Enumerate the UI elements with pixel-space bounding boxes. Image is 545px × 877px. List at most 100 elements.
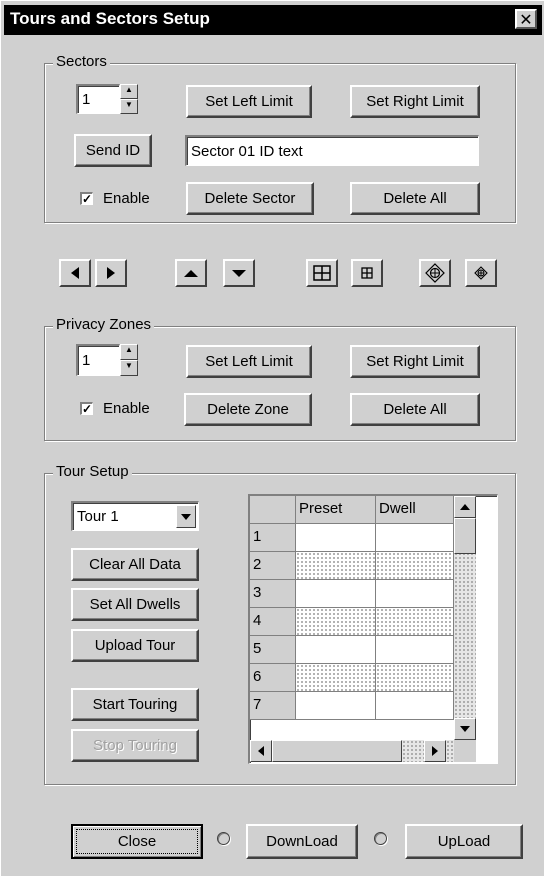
grid-cell-dwell[interactable] bbox=[376, 580, 454, 608]
scrollbar-corner bbox=[454, 740, 476, 762]
tour-preset-grid[interactable]: Preset Dwell 1 2 3 4 5 6 7 bbox=[248, 494, 498, 764]
zoom-tele-icon bbox=[361, 267, 373, 279]
clear-all-data-button[interactable]: Clear All Data bbox=[71, 548, 199, 581]
sector-number-value: 1 bbox=[82, 91, 91, 108]
grid-cell-preset[interactable] bbox=[296, 664, 376, 692]
checkbox-checked-icon: ✓ bbox=[80, 192, 93, 206]
sector-delete-all-button[interactable]: Delete All bbox=[350, 182, 480, 215]
upload-tour-button[interactable]: Upload Tour bbox=[71, 629, 199, 662]
grid-row-header: 2 bbox=[250, 552, 296, 580]
stop-touring-button[interactable]: Stop Touring bbox=[71, 729, 199, 762]
sectors-group: Sectors 1 ▲ ▼ Set Left Limit Set Right L… bbox=[44, 53, 516, 223]
delete-sector-button[interactable]: Delete Sector bbox=[186, 182, 314, 215]
sector-id-text-value: Sector 01 ID text bbox=[191, 142, 303, 160]
grid-row-header: 3 bbox=[250, 580, 296, 608]
scroll-left-button[interactable] bbox=[250, 740, 272, 762]
tour-setup-legend: Tour Setup bbox=[53, 463, 132, 480]
zone-number-spinner[interactable]: ▲ ▼ bbox=[120, 344, 138, 376]
grid-cell-preset[interactable] bbox=[296, 552, 376, 580]
horizontal-scroll-thumb[interactable] bbox=[272, 740, 402, 762]
focus-far-button[interactable] bbox=[465, 259, 497, 287]
focus-near-button[interactable] bbox=[419, 259, 451, 287]
grid-cell-dwell[interactable] bbox=[376, 524, 454, 552]
grid-cell-preset[interactable] bbox=[296, 636, 376, 664]
window-title: Tours and Sectors Setup bbox=[10, 9, 210, 28]
privacy-zones-group: Privacy Zones 1 ▲ ▼ Set Left Limit Set R… bbox=[44, 316, 516, 441]
spin-down-icon[interactable]: ▼ bbox=[120, 99, 138, 114]
grid-row-header: 5 bbox=[250, 636, 296, 664]
upload-status-indicator bbox=[374, 832, 387, 845]
delete-zone-button[interactable]: Delete Zone bbox=[184, 393, 312, 426]
sector-number-spinner[interactable]: ▲ ▼ bbox=[120, 84, 138, 114]
grid-row-header: 7 bbox=[250, 692, 296, 720]
close-window-button[interactable]: ✕ bbox=[515, 9, 537, 29]
zone-number-input[interactable]: 1 bbox=[76, 344, 120, 376]
spin-down-icon[interactable]: ▼ bbox=[120, 360, 138, 376]
spin-up-icon[interactable]: ▲ bbox=[120, 84, 138, 99]
tilt-down-icon bbox=[232, 269, 246, 277]
download-button[interactable]: DownLoad bbox=[246, 824, 358, 859]
tour-select-dropdown[interactable]: Tour 1 bbox=[71, 501, 199, 531]
scroll-right-button[interactable] bbox=[424, 740, 446, 762]
zoom-in-button[interactable] bbox=[306, 259, 338, 287]
zoom-wide-icon bbox=[313, 265, 331, 281]
zone-set-right-limit-button[interactable]: Set Right Limit bbox=[350, 345, 480, 378]
chevron-down-icon[interactable] bbox=[176, 505, 196, 528]
sector-set-left-limit-button[interactable]: Set Left Limit bbox=[186, 85, 312, 118]
zone-set-left-limit-button[interactable]: Set Left Limit bbox=[186, 345, 312, 378]
grid-cell-preset[interactable] bbox=[296, 608, 376, 636]
zoom-out-button[interactable] bbox=[351, 259, 383, 287]
grid-cell-preset[interactable] bbox=[296, 580, 376, 608]
tour-select-value: Tour 1 bbox=[77, 508, 119, 525]
tilt-down-button[interactable] bbox=[223, 259, 255, 287]
download-status-indicator bbox=[217, 832, 230, 845]
scroll-down-icon bbox=[460, 726, 470, 732]
start-touring-button[interactable]: Start Touring bbox=[71, 688, 199, 721]
grid-cell-dwell[interactable] bbox=[376, 692, 454, 720]
focus-near-icon bbox=[425, 263, 445, 283]
sector-set-right-limit-button[interactable]: Set Right Limit bbox=[350, 85, 480, 118]
scroll-down-button[interactable] bbox=[454, 718, 476, 740]
pan-right-button[interactable] bbox=[95, 259, 127, 287]
pan-right-icon bbox=[107, 267, 115, 279]
sectors-legend: Sectors bbox=[53, 53, 110, 70]
zone-enable-label: Enable bbox=[103, 400, 150, 417]
grid-row-header: 6 bbox=[250, 664, 296, 692]
zone-delete-all-button[interactable]: Delete All bbox=[350, 393, 480, 426]
send-id-button[interactable]: Send ID bbox=[74, 134, 152, 167]
grid-cell-dwell[interactable] bbox=[376, 664, 454, 692]
dialog-window: Tours and Sectors Setup ✕ Sectors 1 ▲ ▼ … bbox=[0, 0, 545, 877]
grid-cell-dwell[interactable] bbox=[376, 552, 454, 580]
grid-cell-preset[interactable] bbox=[296, 692, 376, 720]
grid-cell-preset[interactable] bbox=[296, 524, 376, 552]
upload-button[interactable]: UpLoad bbox=[405, 824, 523, 859]
grid-cell-dwell[interactable] bbox=[376, 608, 454, 636]
sector-enable-checkbox[interactable]: ✓ Enable bbox=[80, 190, 150, 207]
sector-number-input[interactable]: 1 bbox=[76, 84, 120, 114]
sector-enable-label: Enable bbox=[103, 190, 150, 207]
close-button[interactable]: Close bbox=[71, 824, 203, 859]
grid-corner-header bbox=[250, 496, 296, 524]
tour-setup-group: Tour Setup Tour 1 Clear All Data Set All… bbox=[44, 463, 516, 785]
tilt-up-icon bbox=[184, 269, 198, 277]
zone-number-value: 1 bbox=[82, 352, 91, 369]
grid-row-header: 4 bbox=[250, 608, 296, 636]
grid-column-header-preset[interactable]: Preset bbox=[296, 496, 376, 524]
pan-left-button[interactable] bbox=[59, 259, 91, 287]
scroll-right-icon bbox=[432, 746, 438, 756]
scroll-up-icon bbox=[460, 504, 470, 510]
zone-enable-checkbox[interactable]: ✓ Enable bbox=[80, 400, 150, 417]
scroll-left-icon bbox=[258, 746, 264, 756]
set-all-dwells-button[interactable]: Set All Dwells bbox=[71, 588, 199, 621]
spin-up-icon[interactable]: ▲ bbox=[120, 344, 138, 360]
scroll-up-button[interactable] bbox=[454, 496, 476, 518]
tilt-up-button[interactable] bbox=[175, 259, 207, 287]
focus-far-icon bbox=[474, 266, 488, 280]
grid-column-header-dwell[interactable]: Dwell bbox=[376, 496, 454, 524]
title-bar: Tours and Sectors Setup ✕ bbox=[4, 5, 542, 35]
pan-left-icon bbox=[71, 267, 79, 279]
grid-cell-dwell[interactable] bbox=[376, 636, 454, 664]
vertical-scroll-thumb[interactable] bbox=[454, 518, 476, 554]
sector-id-text-input[interactable]: Sector 01 ID text bbox=[185, 135, 479, 166]
checkbox-checked-icon: ✓ bbox=[80, 402, 93, 416]
